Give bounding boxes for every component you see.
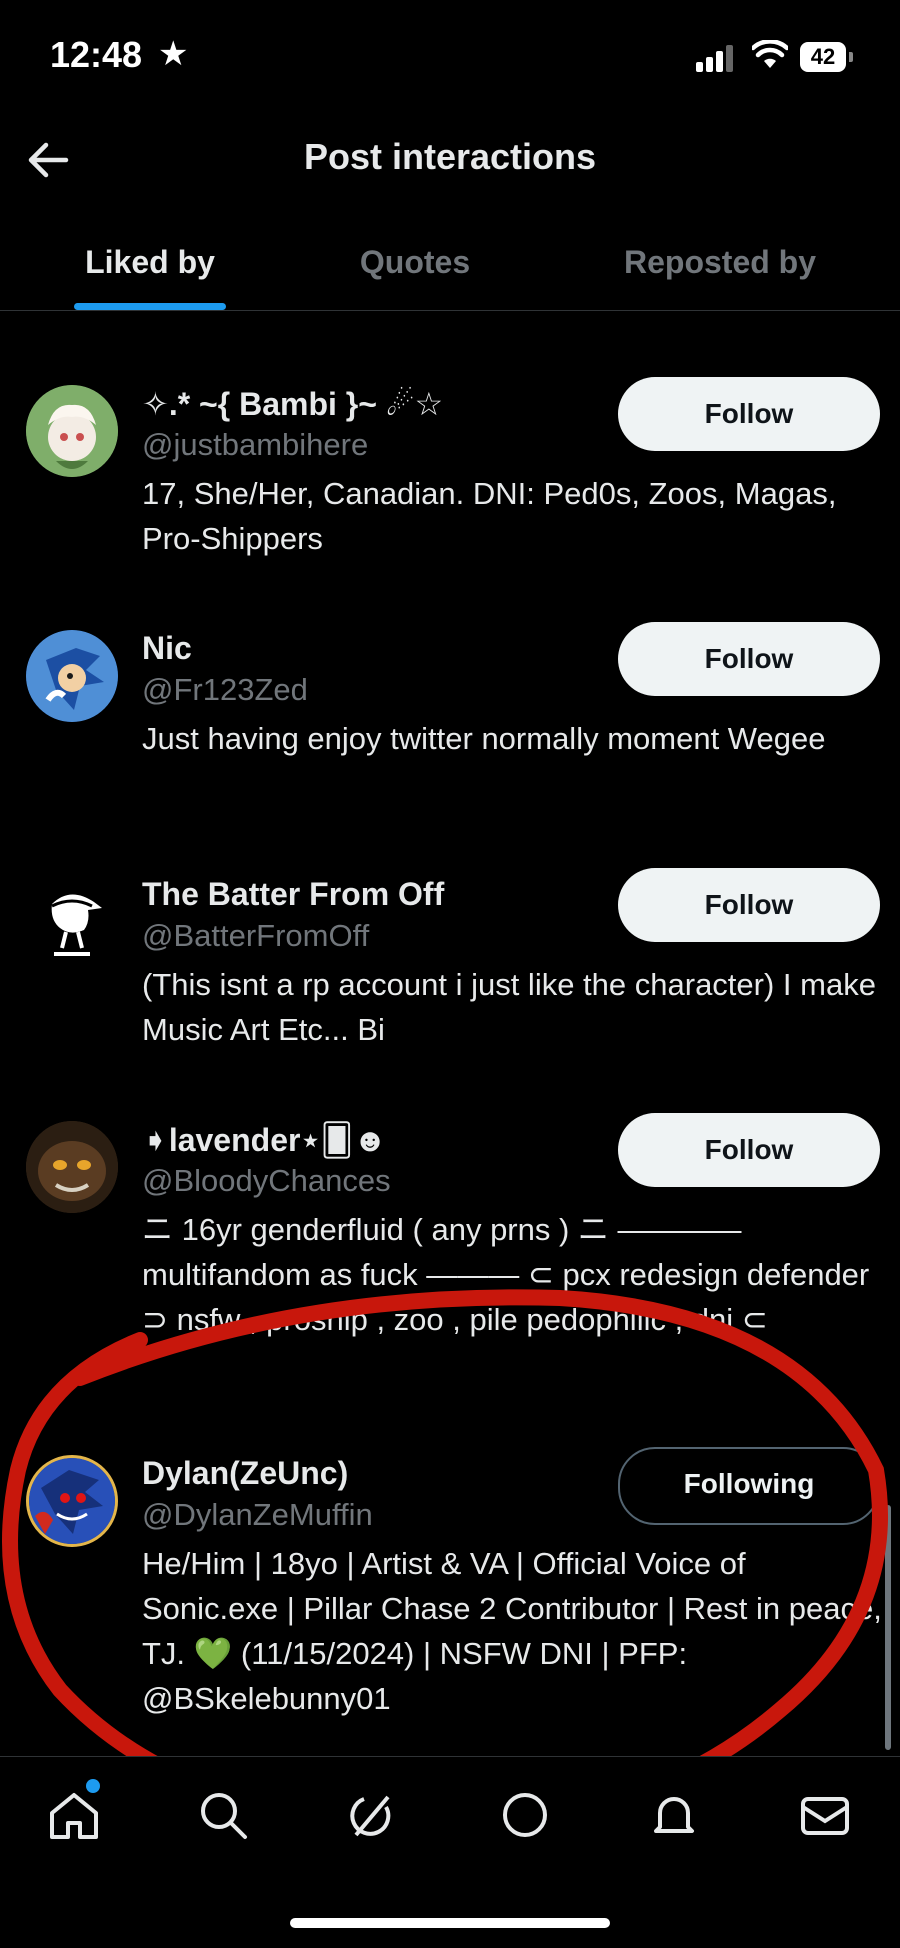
follow-button[interactable]: Follow [618, 868, 880, 942]
follow-button[interactable]: Follow [618, 622, 880, 696]
home-indicator[interactable] [290, 1918, 610, 1928]
grok-icon[interactable] [342, 1785, 402, 1845]
list-item[interactable]: Nic @Fr123Zed Just having enjoy twitter … [0, 622, 900, 810]
user-bio: He/Him | 18yo | Artist & VA | Official V… [142, 1546, 882, 1716]
avatar[interactable] [26, 876, 118, 968]
user-bio: Just having enjoy twitter normally momen… [142, 721, 826, 756]
battery-level: 42 [800, 42, 846, 72]
mail-icon[interactable] [795, 1785, 855, 1845]
wifi-icon [752, 40, 788, 68]
list-item[interactable]: ✧.* ~{ Bambi }~ ☄︎☆ @justbambihere 17, S… [0, 377, 900, 565]
status-bar: 12:48 ★ 42 [0, 0, 900, 110]
user-handle: @DylanZeMuffin [142, 1497, 373, 1532]
tab-liked-by[interactable]: Liked by [40, 210, 260, 310]
user-display-name: ➧lavender⋆🂠☻ [142, 1122, 387, 1158]
avatar[interactable] [26, 385, 118, 477]
notification-dot [86, 1779, 100, 1793]
status-time: 12:48 [50, 34, 143, 75]
communities-icon[interactable] [495, 1785, 555, 1845]
battery-icon: 42 [800, 42, 854, 72]
star-icon: ★ [158, 35, 189, 73]
active-tab-indicator [74, 303, 226, 310]
user-handle: @justbambihere [142, 427, 369, 462]
user-display-name: Nic [142, 630, 192, 666]
scrollbar[interactable] [885, 1505, 891, 1750]
follow-button[interactable]: Follow [618, 1113, 880, 1187]
search-icon[interactable] [193, 1785, 253, 1845]
page-title: Post interactions [303, 136, 597, 177]
user-display-name: ✧.* ~{ Bambi }~ ☄︎☆ [142, 386, 444, 422]
home-icon[interactable] [44, 1785, 104, 1845]
user-handle: @BatterFromOff [142, 918, 370, 953]
tab-bar: Liked by Quotes Reposted by [0, 210, 900, 311]
tab-quotes[interactable]: Quotes [320, 210, 510, 310]
header: Post interactions [0, 110, 900, 210]
avatar[interactable] [26, 1455, 118, 1547]
bottom-nav [0, 1756, 900, 1867]
avatar[interactable] [26, 630, 118, 722]
following-button[interactable]: Following [618, 1447, 880, 1525]
list-item[interactable]: Dylan(ZeUnc) @DylanZeMuffin He/Him | 18y… [0, 1447, 900, 1745]
list-item[interactable]: The Batter From Off @BatterFromOff (This… [0, 868, 900, 1056]
user-bio: (This isnt a rp account i just like the … [142, 967, 876, 1047]
user-bio: ニ 16yr genderfluid ( any prns ) ニ ———— m… [142, 1212, 870, 1337]
follow-button[interactable]: Follow [618, 377, 880, 451]
signal-icon [696, 44, 736, 72]
avatar[interactable] [26, 1121, 118, 1213]
user-display-name: Dylan(ZeUnc) [142, 1455, 349, 1491]
bell-icon[interactable] [644, 1785, 704, 1845]
user-handle: @Fr123Zed [142, 672, 308, 707]
user-display-name: The Batter From Off [142, 876, 445, 912]
list-item[interactable]: ➧lavender⋆🂠☻ @BloodyChances ニ 16yr gende… [0, 1113, 900, 1381]
user-handle: @BloodyChances [142, 1163, 391, 1198]
user-bio: 17, She/Her, Canadian. DNI: Ped0s, Zoos,… [142, 476, 837, 556]
tab-reposted-by[interactable]: Reposted by [590, 210, 850, 310]
